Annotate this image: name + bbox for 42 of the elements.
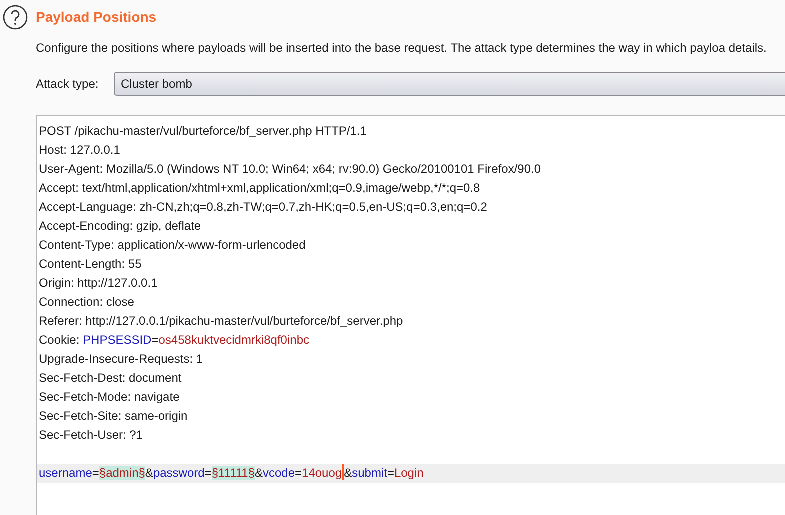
request-text: Cookie: bbox=[39, 333, 81, 347]
request-text: = bbox=[92, 466, 100, 480]
request-text: Accept-Encoding: gzip, deflate bbox=[39, 219, 202, 233]
request-text: Sec-Fetch-Dest: document bbox=[39, 371, 182, 385]
request-text: Sec-Fetch-Mode: navigate bbox=[39, 390, 180, 404]
request-text: Origin: http://127.0.0.1 bbox=[39, 276, 158, 290]
help-icon[interactable] bbox=[3, 5, 28, 30]
payload-marker: §admin§ bbox=[99, 466, 146, 480]
request-text: User-Agent: Mozilla/5.0 (Windows NT 10.0; Win64; x64; rv:90.0) Gecko/20100101 Firefox/90.0 bbox=[39, 162, 542, 176]
request-text: Content-Type: application/x-www-form-urlencoded bbox=[39, 238, 306, 252]
attack-type-label: Attack type: bbox=[36, 76, 100, 93]
request-text: Accept-Language: zh-CN,zh;q=0.8,zh-TW;q=0.7,zh-HK;q=0.5,en-US;q=0.3,en;q=0.2 bbox=[39, 200, 488, 214]
request-text: Sec-Fetch-User: ?1 bbox=[39, 428, 144, 442]
parameter-name: PHPSESSID bbox=[83, 333, 152, 347]
text-cursor bbox=[342, 464, 344, 480]
parameter-name: vcode bbox=[262, 466, 296, 480]
request-text: & bbox=[344, 466, 352, 480]
request-text: Host: 127.0.0.1 bbox=[39, 143, 120, 157]
request-text: Sec-Fetch-Site: same-origin bbox=[39, 409, 188, 423]
request-text: & bbox=[254, 466, 263, 480]
request-text: Upgrade-Insecure-Requests: 1 bbox=[39, 352, 204, 366]
payload-marker: §11111§ bbox=[212, 466, 255, 480]
request-text: & bbox=[145, 466, 154, 480]
parameter-name: submit bbox=[352, 466, 388, 480]
section-title: Payload Positions bbox=[36, 8, 158, 26]
parameter-value: os458kuktvecidmrki8qf0inbc bbox=[158, 333, 310, 347]
request-text: Accept: text/html,application/xhtml+xml,application/xml;q=0.9,image/webp,*/*;q=0.8 bbox=[39, 181, 480, 195]
request-text: = bbox=[152, 333, 159, 347]
parameter-name: username bbox=[39, 466, 92, 480]
request-text: = bbox=[387, 466, 394, 480]
request-text: Content-Length: 55 bbox=[39, 257, 142, 271]
request-text: = bbox=[295, 466, 302, 480]
request-editor[interactable] bbox=[36, 115, 785, 515]
parameter-name: password bbox=[153, 466, 205, 480]
attack-type-dropdown[interactable]: Cluster bomb bbox=[114, 72, 785, 96]
request-text: Referer: http://127.0.0.1/pikachu-master/vul/burteforce/bf_server.php bbox=[39, 314, 404, 328]
request-text: Connection: close bbox=[39, 295, 134, 309]
request-text: POST /pikachu-master/vul/burteforce/bf_server.php HTTP/1.1 bbox=[39, 124, 367, 138]
parameter-value: Login bbox=[394, 466, 424, 480]
section-description: Configure the positions where payloads will be inserted into the base request. The attack type determines the way in which payloa details. bbox=[36, 40, 768, 57]
request-text: = bbox=[204, 466, 212, 480]
parameter-value: 14ouog bbox=[302, 466, 342, 480]
